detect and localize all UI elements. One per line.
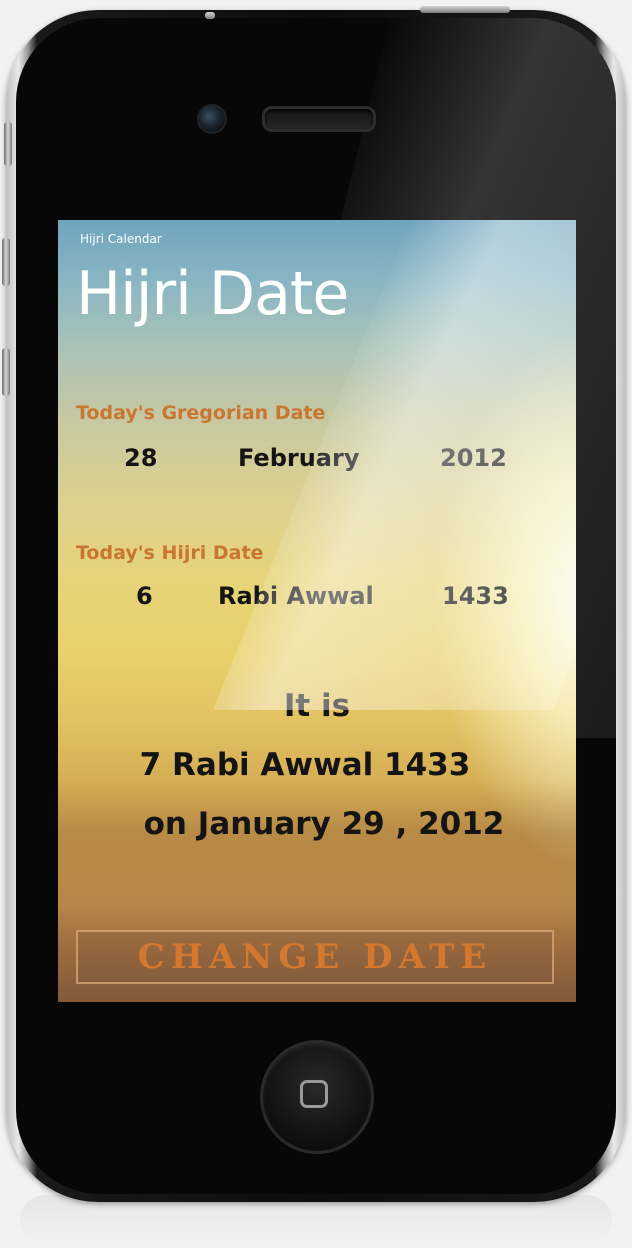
change-date-button[interactable]: CHANGE DATE <box>76 930 554 984</box>
gregorian-date-label: Today's Gregorian Date <box>76 402 326 424</box>
home-square-icon <box>300 1080 328 1108</box>
result-gregorian-date: on January 29 , 2012 <box>143 806 505 842</box>
hijri-date-label: Today's Hijri Date <box>76 542 264 564</box>
phone-reflection <box>20 1195 612 1245</box>
top-edge-mark <box>205 12 215 19</box>
page-title: Hijri Date <box>76 259 349 329</box>
hijri-day: 6 <box>136 582 153 610</box>
volume-up-button <box>2 238 10 286</box>
result-hijri-date: 7 Rabi Awwal 1433 <box>139 747 471 783</box>
app-name: Hijri Calendar <box>80 232 162 246</box>
power-button <box>420 6 510 13</box>
home-button[interactable] <box>260 1040 374 1154</box>
front-camera <box>197 104 227 134</box>
app-screen: Hijri Calendar Hijri Date Today's Gregor… <box>58 220 576 1002</box>
change-date-label: CHANGE DATE <box>137 937 493 977</box>
earpiece-speaker <box>262 106 376 132</box>
mute-switch <box>4 122 12 166</box>
volume-down-button <box>2 348 10 396</box>
gregorian-day: 28 <box>124 444 158 472</box>
